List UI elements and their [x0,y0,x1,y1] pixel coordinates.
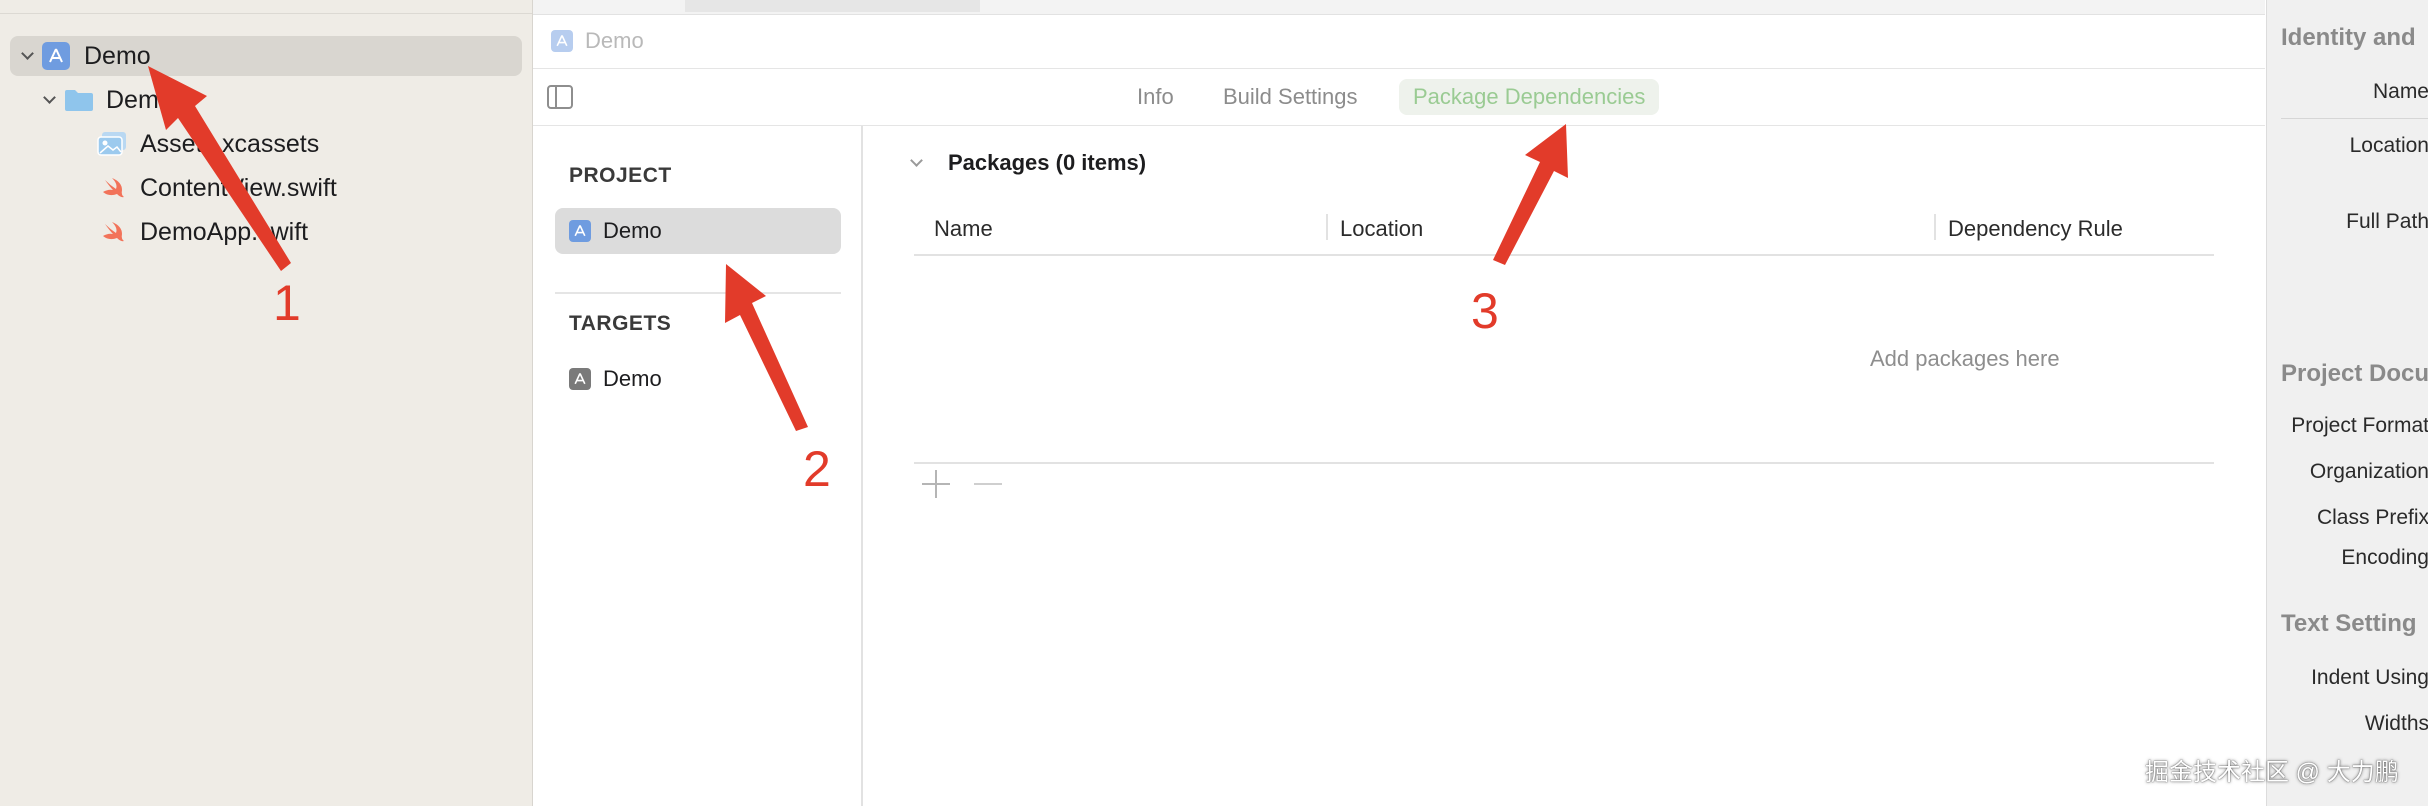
inspector-heading-project-document: Project Docu [2281,360,2428,387]
swift-file-icon [100,175,126,201]
chevron-down-icon[interactable] [20,49,34,63]
pane-divider [555,292,841,294]
inspector-divider [2281,118,2428,119]
targets-heading: TARGETS [569,312,672,335]
project-navigator: Demo Demo Assets.xcassets ContentView.sw… [0,0,533,806]
breadcrumb[interactable]: Demo [585,28,644,54]
sidebar-toggle-icon[interactable] [547,85,573,109]
annotation-number-1: 1 [273,275,301,331]
tab-build-settings[interactable]: Build Settings [1209,79,1372,115]
tab-package-dependencies[interactable]: Package Dependencies [1399,79,1660,115]
column-separator [1934,214,1936,240]
target-item-label: Demo [603,366,662,391]
tab-info[interactable]: Info [1123,79,1188,115]
table-footer-divider [914,462,2214,464]
nav-item-folder[interactable]: Demo [42,80,512,120]
inspector-label-project-format: Project Format [2291,414,2428,437]
nav-item-project[interactable]: Demo [10,36,522,76]
annotation-number-3: 3 [1471,283,1499,339]
editor-tab[interactable] [685,0,980,12]
target-list-item[interactable]: Demo [555,356,841,402]
nav-item-label: DemoApp.swift [140,217,309,246]
column-header-dependency-rule[interactable]: Dependency Rule [1948,216,2123,242]
inspector-label-indent-using: Indent Using [2311,666,2428,689]
xcode-project-icon [551,30,573,52]
column-separator [1326,214,1328,240]
project-item-label: Demo [603,218,662,243]
xcode-project-icon [42,42,70,70]
remove-package-button[interactable] [974,470,1002,498]
nav-item-label: Demo [84,41,151,70]
inspector-label-location: Location [2349,134,2428,157]
navigator-divider [0,13,532,14]
project-heading: PROJECT [569,164,672,187]
inspector-label-organization: Organization [2309,460,2428,483]
inspector-label-widths: Widths [2364,712,2428,735]
add-package-button[interactable] [922,470,950,498]
nav-item-file[interactable]: DemoApp.swift [100,212,512,252]
packages-title: Packages (0 items) [948,150,1147,175]
inspector-heading-identity: Identity and [2281,24,2416,51]
asset-catalog-icon [96,130,128,158]
editor-tab-bar: Info Build Settings Package Dependencies [533,69,2265,126]
inspector-label-encoding: Encoding [2341,546,2428,569]
nav-item-label: Demo [106,85,173,114]
empty-state-text: Add packages here [1870,346,2060,371]
nav-item-file[interactable]: ContentView.swift [100,168,512,208]
folder-icon [64,88,94,112]
file-inspector: Identity and Name Location Full Path Pro… [2266,0,2428,806]
app-target-icon [569,368,591,390]
swift-file-icon [100,219,126,245]
column-header-location[interactable]: Location [1340,216,1423,242]
table-header-divider [914,254,2214,256]
watermark: 掘金技术社区 @ 大力鹏 [2145,759,2399,786]
inspector-label-class-prefix: Class Prefix [2316,506,2428,529]
jump-bar: Demo [533,14,2265,69]
inspector-heading-text-settings: Text Setting [2281,610,2417,637]
xcode-project-icon [569,220,591,242]
project-list-item[interactable]: Demo [555,208,841,254]
chevron-down-icon[interactable] [910,156,924,170]
nav-item-label: ContentView.swift [140,173,337,202]
packages-section: Packages (0 items) Name Location Depende… [862,126,2265,806]
column-header-name[interactable]: Name [934,216,993,242]
annotation-number-2: 2 [803,441,831,497]
inspector-label-full-path: Full Path [2346,210,2428,233]
nav-item-file[interactable]: Assets.xcassets [96,124,512,164]
inspector-label-name: Name [2372,80,2428,103]
nav-item-label: Assets.xcassets [140,129,320,158]
chevron-down-icon[interactable] [42,93,56,107]
